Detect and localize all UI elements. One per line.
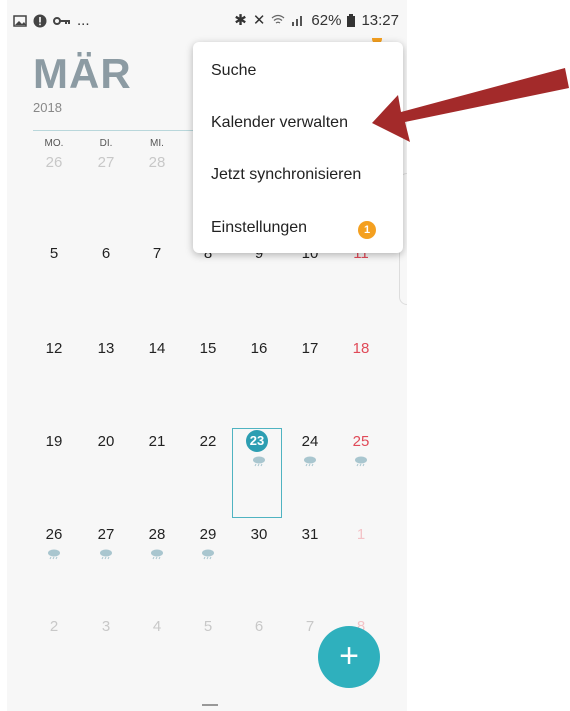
annotation-arrow [372, 68, 569, 142]
arrow-shape [372, 68, 569, 142]
